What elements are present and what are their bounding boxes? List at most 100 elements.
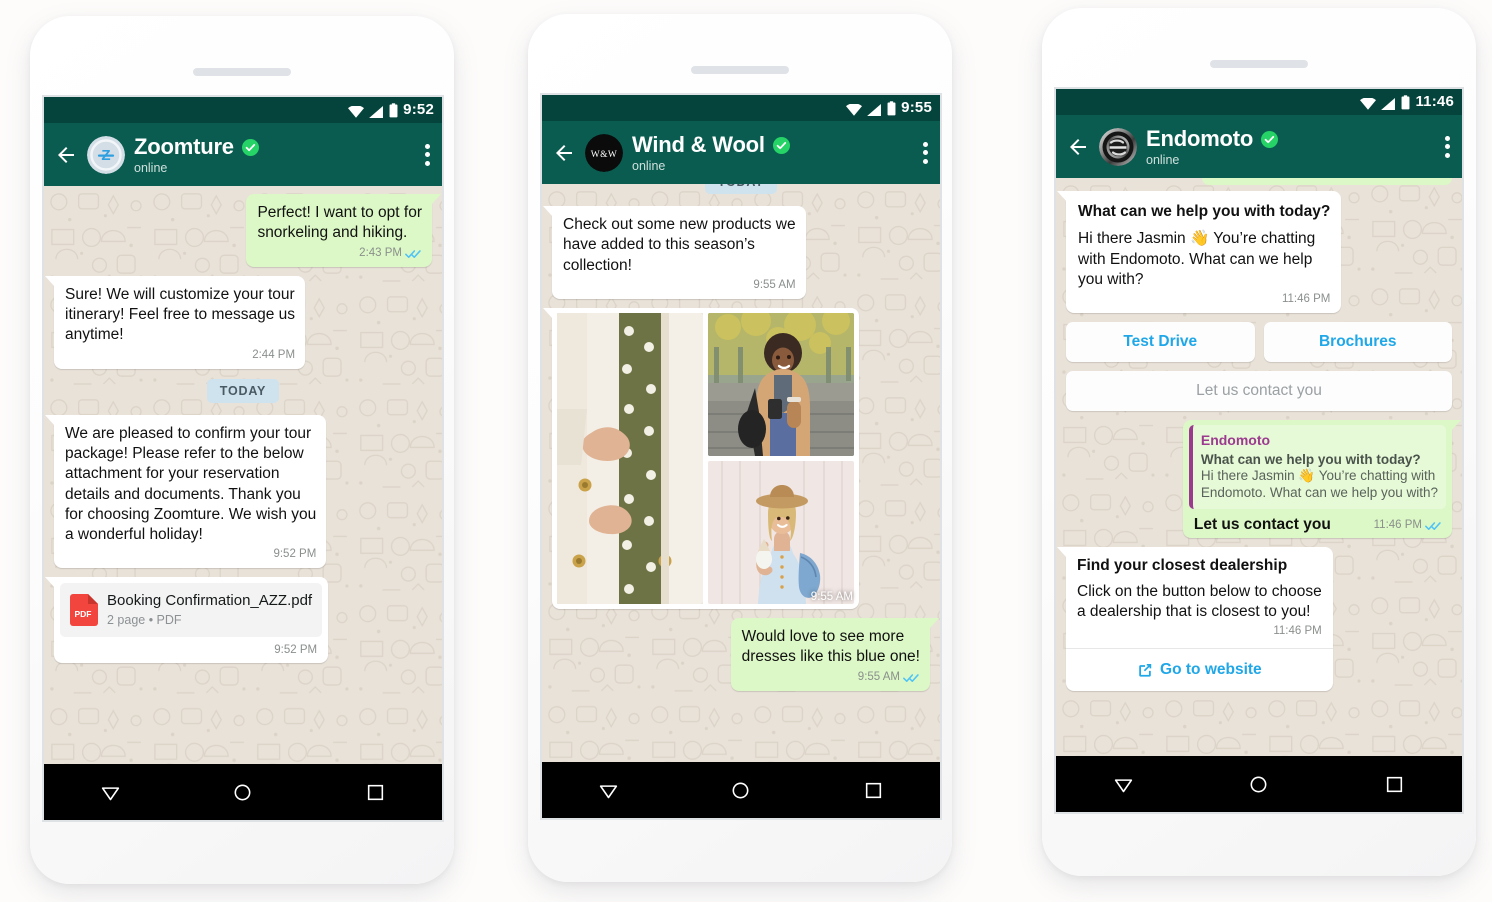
message-row: Sure! We will customize your tour itiner… <box>44 275 432 369</box>
nav-recents-icon[interactable] <box>863 780 884 801</box>
back-arrow-icon[interactable] <box>1066 135 1090 159</box>
day-chip: TODAY <box>704 184 778 194</box>
nav-back-icon[interactable] <box>1113 774 1134 795</box>
nav-home-icon[interactable] <box>232 782 253 803</box>
status-icons <box>348 102 398 118</box>
incoming-rich-message-bubble[interactable]: What can we help you with today? Hi ther… <box>1056 191 1342 314</box>
album-column-right: 9:55 AM <box>708 312 854 604</box>
verified-badge-icon <box>241 138 259 156</box>
quick-reply-row: Test Drive Brochures <box>1066 322 1452 363</box>
back-arrow-icon[interactable] <box>54 143 78 167</box>
nav-back-icon[interactable] <box>100 782 121 803</box>
overflow-menu-icon[interactable] <box>425 143 430 166</box>
back-arrow-icon[interactable] <box>552 141 576 165</box>
document-attachment-bubble[interactable]: PDF Booking Confirmation_AZZ.pdf 2 page … <box>44 577 329 664</box>
message-list: TODAY Check out some new products we hav… <box>542 184 940 691</box>
incoming-message-bubble[interactable]: We are pleased to confirm your tour pack… <box>44 414 327 569</box>
app-bar: W&W Wind & Wool online <box>542 121 940 184</box>
message-row: Perfect! I want to opt for snorkeling an… <box>54 194 441 267</box>
svg-text:W&W: W&W <box>591 150 618 160</box>
photo-woman-in-camel-coat-autumn-street[interactable] <box>708 312 854 456</box>
image-album-bubble[interactable]: 9:55 AM <box>543 307 859 609</box>
message-text: We are pleased to confirm your tour pack… <box>65 424 317 544</box>
cta-title: Find your closest dealership <box>1077 556 1288 574</box>
message-meta: 9:52 PM <box>60 639 322 658</box>
message-list: What can we help you with today? Hi ther… <box>1056 178 1462 691</box>
cta-content: Find your closest dealership Click on th… <box>1066 556 1333 644</box>
nav-recents-icon[interactable] <box>365 782 386 803</box>
message-time: 9:55 AM <box>753 278 796 291</box>
message-text: Sure! We will customize your tour itiner… <box>65 285 296 344</box>
message-row: Endomoto What can we help you with today… <box>1066 420 1462 538</box>
message-text: Hi there Jasmin 👋 You’re chatting with E… <box>1078 230 1316 288</box>
day-chip: TODAY <box>206 378 280 403</box>
verified-badge-icon <box>772 136 790 154</box>
day-divider: TODAY <box>54 378 432 403</box>
outgoing-message-bubble[interactable]: Perfect! I want to opt for snorkeling an… <box>246 194 441 267</box>
message-time: 9:52 PM <box>274 644 318 657</box>
outgoing-message-bubble[interactable]: Would love to see more dresses like this… <box>730 617 940 691</box>
document-filename: Booking Confirmation_AZZ.pdf <box>107 592 313 610</box>
chat-title-block: Wind & Wool online <box>632 132 914 173</box>
message-meta: 9:55 AM <box>563 278 796 293</box>
message-row: PDF Booking Confirmation_AZZ.pdf 2 page … <box>44 577 432 664</box>
message-meta: 2:43 PM <box>257 246 422 261</box>
message-row: We are pleased to confirm your tour pack… <box>44 414 432 569</box>
chat-title-row: Endomoto <box>1146 126 1436 152</box>
chat-title-row: Wind & Wool <box>632 132 914 158</box>
screen-endomoto: 11:46 Endomoto online What can we help y… <box>1054 87 1464 814</box>
document-card[interactable]: PDF Booking Confirmation_AZZ.pdf 2 page … <box>60 583 323 638</box>
earpiece-speaker <box>1210 60 1308 68</box>
status-bar: 11:46 <box>1056 89 1462 115</box>
endomoto-avatar[interactable] <box>1099 127 1137 166</box>
message-title: What can we help you with today? <box>1078 203 1331 220</box>
message-row-clipped <box>1066 178 1452 185</box>
incoming-message-bubble[interactable]: Sure! We will customize your tour itiner… <box>44 275 306 369</box>
status-icons <box>846 100 896 116</box>
nav-home-icon[interactable] <box>730 780 751 801</box>
quick-reply-let-us-contact-you[interactable]: Let us contact you <box>1066 371 1452 412</box>
status-bar: 9:52 <box>44 97 442 123</box>
chat-title-block: Zoomture online <box>134 134 416 175</box>
document-info: Booking Confirmation_AZZ.pdf 2 page • PD… <box>107 592 312 628</box>
nav-back-icon[interactable] <box>598 780 619 801</box>
phone-endomoto: 11:46 Endomoto online What can we help y… <box>1042 8 1476 876</box>
status-icons <box>1360 94 1410 110</box>
quoted-sender-name: Endomoto <box>1200 432 1271 449</box>
android-nav-bar <box>1056 756 1462 812</box>
photo-polka-dot-dress-and-cardigan[interactable] <box>557 312 703 604</box>
chat-canvas: Perfect! I want to opt for snorkeling an… <box>44 186 442 820</box>
quick-reply-brochures[interactable]: Brochures <box>1263 322 1452 363</box>
wifi-icon <box>1360 97 1377 110</box>
wind-and-wool-avatar[interactable]: W&W <box>585 133 623 172</box>
overflow-menu-icon[interactable] <box>923 141 928 164</box>
presence-status: online <box>1146 153 1180 167</box>
quick-reply-test-drive[interactable]: Test Drive <box>1066 322 1255 363</box>
signal-icon <box>867 103 882 116</box>
phone-zoomture: 9:52 Z Zoomture online Perfect! I want t… <box>30 16 454 884</box>
battery-icon <box>1401 94 1410 109</box>
nav-recents-icon[interactable] <box>1384 774 1405 795</box>
status-time: 11:46 <box>1415 93 1454 110</box>
cta-card-bubble[interactable]: Find your closest dealership Click on th… <box>1057 546 1333 691</box>
android-nav-bar <box>542 762 940 818</box>
chat-title-block: Endomoto online <box>1146 126 1436 167</box>
incoming-message-bubble[interactable]: Check out some new products we have adde… <box>543 206 806 299</box>
read-ticks-icon <box>405 249 421 258</box>
document-subtitle: 2 page • PDF <box>107 612 182 627</box>
photo-woman-in-light-blue-dress-with-hat[interactable] <box>708 460 854 604</box>
overflow-menu-icon[interactable] <box>1445 135 1450 158</box>
zoomture-avatar[interactable]: Z <box>87 135 125 174</box>
message-meta: 11:46 PM <box>1077 624 1321 639</box>
screen-zoomture: 9:52 Z Zoomture online Perfect! I want t… <box>42 95 444 822</box>
battery-icon <box>389 102 398 117</box>
nav-home-icon[interactable] <box>1248 774 1269 795</box>
album-time: 9:55 AM <box>810 590 853 603</box>
chat-name: Zoomture <box>134 134 234 159</box>
message-text: Would love to see more dresses like this… <box>741 627 920 666</box>
quoted-line-2: Hi there Jasmin 👋 You’re chatting with E… <box>1200 468 1438 501</box>
app-bar: Endomoto online <box>1056 115 1462 178</box>
cta-go-to-website-button[interactable]: Go to website <box>1066 649 1333 691</box>
read-ticks-icon <box>903 673 919 682</box>
outgoing-quoted-bubble[interactable]: Endomoto What can we help you with today… <box>1182 420 1462 538</box>
